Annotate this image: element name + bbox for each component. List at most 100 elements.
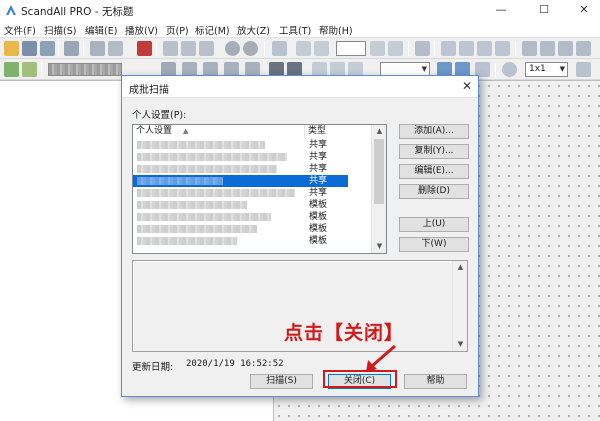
page-next-icon[interactable] (370, 41, 385, 56)
toolbar-separator (58, 41, 59, 56)
document-add-icon[interactable] (22, 62, 37, 77)
list-item[interactable]: 模板 (133, 223, 372, 235)
scroll-thumb[interactable] (374, 139, 384, 204)
list-item[interactable]: 共享 (133, 187, 372, 199)
grid-icon[interactable] (576, 62, 591, 77)
move-down-button[interactable]: 下(W) (399, 237, 469, 252)
page-insert-icon[interactable] (296, 41, 311, 56)
help-button[interactable]: 帮助 (404, 374, 467, 389)
layout-4-icon[interactable] (495, 41, 510, 56)
toolbar-separator (264, 41, 265, 56)
settings-list[interactable]: 个人设置 ▲ 类型 共享 共享 共享 共享 共享 模板 模板 模板 模板 ▲ ▼ (132, 124, 387, 254)
scroll-up-icon[interactable]: ▲ (372, 125, 386, 138)
menu-mark[interactable]: 标记(M) (195, 23, 230, 37)
menu-help[interactable]: 帮助(H) (319, 23, 353, 37)
list-item-selected[interactable]: 共享 (133, 175, 348, 187)
close-window-button[interactable]: ✕ (566, 0, 600, 21)
layout-3-icon[interactable] (477, 41, 492, 56)
mark-prev-icon[interactable] (558, 41, 573, 56)
page-last-icon[interactable] (388, 41, 403, 56)
menu-page[interactable]: 页(P) (166, 23, 189, 37)
batch-scan-dialog: 成批扫描 ✕ 个人设置(P): 个人设置 ▲ 类型 共享 共享 共享 共享 共享… (121, 75, 479, 397)
dialog-title: 成批扫描 (129, 85, 169, 96)
zoom-ratio-combo[interactable]: 1x1 ▼ (525, 62, 568, 77)
list-item[interactable]: 模板 (133, 235, 372, 247)
redacted-setting-name (137, 153, 287, 161)
highlight-close-box (323, 370, 397, 388)
scroll-down-icon[interactable]: ▼ (372, 240, 386, 253)
print-preview-icon[interactable] (108, 41, 123, 56)
save-icon[interactable] (22, 41, 37, 56)
details-scrollbar[interactable]: ▲ ▼ (452, 261, 467, 351)
menu-edit[interactable]: 编辑(E) (85, 23, 117, 37)
redacted-setting-name (137, 165, 277, 173)
redacted-setting-name (137, 189, 295, 197)
thumbnail-icon[interactable] (415, 41, 430, 56)
zoom-ratio-value: 1x1 (529, 64, 546, 74)
list-item[interactable]: 共享 (133, 151, 372, 163)
redacted-setting-name (137, 201, 247, 209)
delete-page-icon[interactable] (137, 41, 152, 56)
add-button[interactable]: 添加(A)... (399, 124, 469, 139)
toolbar-separator (495, 62, 496, 77)
copy-icon[interactable] (181, 41, 196, 56)
list-scrollbar[interactable]: ▲ ▼ (371, 125, 386, 253)
move-up-button[interactable]: 上(U) (399, 217, 469, 232)
minimize-button[interactable]: — (483, 0, 519, 21)
edit-button[interactable]: 编辑(E)... (399, 164, 469, 179)
toolbar-separator (41, 62, 42, 77)
list-item[interactable]: 共享 (133, 163, 372, 175)
rotate-right-icon[interactable] (243, 41, 258, 56)
document-icon[interactable] (4, 62, 19, 77)
list-item[interactable]: 模板 (133, 211, 372, 223)
redacted-setting-name (137, 237, 237, 245)
cut-icon[interactable] (163, 41, 178, 56)
menu-zoom[interactable]: 放大(Z) (237, 23, 270, 37)
print-icon[interactable] (90, 41, 105, 56)
toolbar-separator (515, 41, 516, 56)
app-title: ScandAll PRO - 无标题 (21, 6, 134, 18)
list-item[interactable]: 共享 (133, 139, 372, 151)
redacted-setting-name (137, 177, 223, 185)
dialog-title-bar: 成批扫描 ✕ (122, 76, 478, 98)
updated-date-label: 更新日期: (132, 362, 174, 373)
open-folder-icon[interactable] (4, 41, 19, 56)
scanner-select-combo[interactable] (48, 63, 122, 76)
toolbar-main (0, 38, 600, 59)
scroll-up-icon[interactable]: ▲ (453, 261, 468, 274)
menu-bar: 文件(F) 扫描(S) 编辑(E) 播放(V) 页(P) 标记(M) 放大(Z)… (0, 21, 600, 38)
menu-tools[interactable]: 工具(T) (279, 23, 311, 37)
column-header-name[interactable]: 个人设置 ▲ (133, 125, 305, 138)
maximize-button[interactable]: ☐ (526, 0, 562, 21)
layout-2-icon[interactable] (459, 41, 474, 56)
zoom-icon[interactable] (502, 62, 517, 77)
layout-1-icon[interactable] (441, 41, 456, 56)
rotate-left-icon[interactable] (225, 41, 240, 56)
sort-ascending-icon: ▲ (183, 127, 189, 135)
scroll-down-icon[interactable]: ▼ (453, 338, 468, 351)
menu-file[interactable]: 文件(F) (4, 23, 36, 37)
toolbar-separator (83, 41, 84, 56)
mark-next-icon[interactable] (540, 41, 555, 56)
dialog-close-icon[interactable]: ✕ (462, 79, 472, 93)
page-number-field[interactable] (336, 41, 366, 56)
save-as-icon[interactable] (40, 41, 55, 56)
delete-button[interactable]: 删除(D) (399, 184, 469, 199)
copy-button[interactable]: 复制(Y)... (399, 144, 469, 159)
paste-icon[interactable] (199, 41, 214, 56)
scan-icon[interactable] (64, 41, 79, 56)
toolbar-separator (156, 41, 157, 56)
redacted-setting-name (137, 141, 265, 149)
scan-button[interactable]: 扫描(S) (250, 374, 313, 389)
mark-clear-icon[interactable] (576, 41, 591, 56)
updated-date-value: 2020/1/19 16:52:52 (186, 359, 284, 369)
mark-icon[interactable] (522, 41, 537, 56)
annotation-callout: 点击【关闭】 (284, 322, 405, 344)
app-title-bar: ScandAll PRO - 无标题 — ☐ ✕ (0, 0, 600, 21)
page-move-icon[interactable] (314, 41, 329, 56)
page-icon[interactable] (272, 41, 287, 56)
list-item[interactable]: 模板 (133, 199, 372, 211)
menu-play[interactable]: 播放(V) (125, 23, 158, 37)
column-header-type[interactable]: 类型 (305, 125, 372, 138)
menu-scan[interactable]: 扫描(S) (44, 23, 76, 37)
